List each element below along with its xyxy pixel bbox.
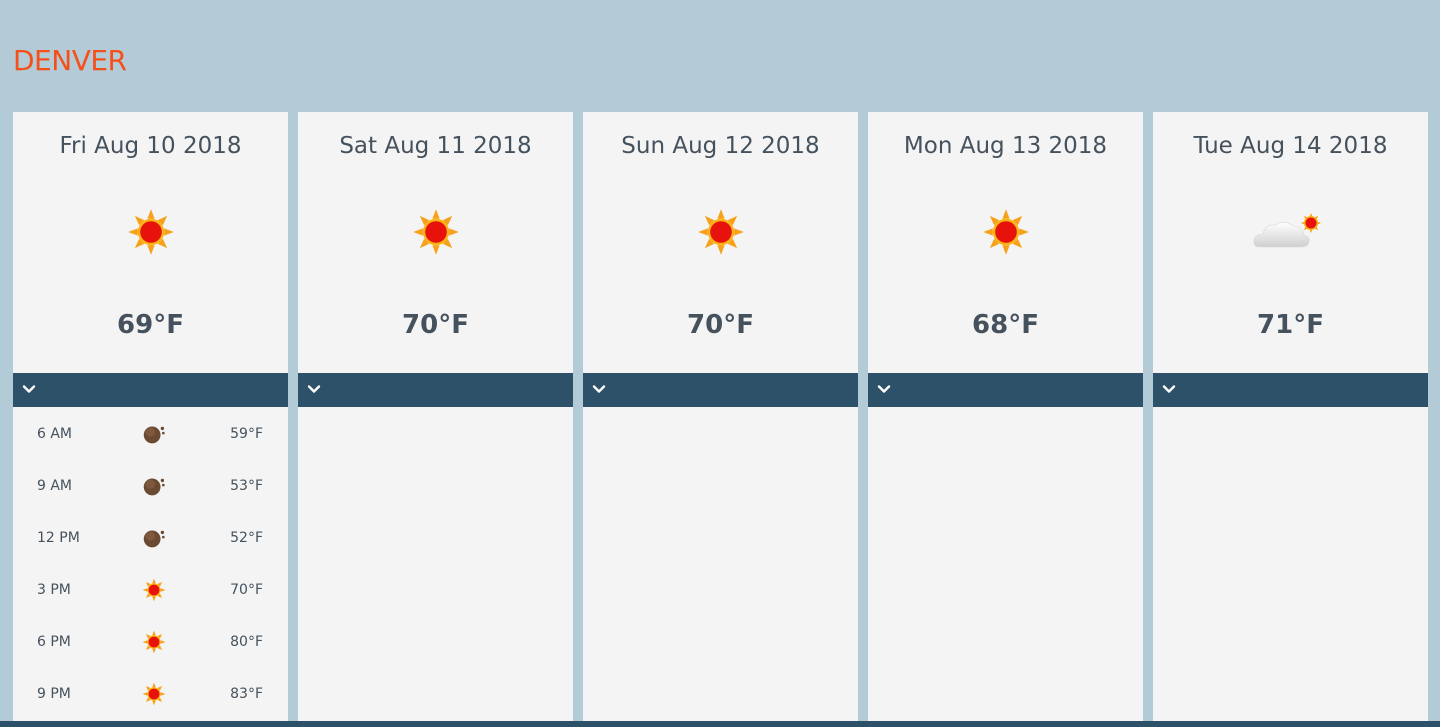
day-card: Mon Aug 13 2018 68°F	[868, 112, 1143, 721]
moon-icon	[139, 525, 169, 551]
hourly-list: 6 AM 59°F 9 AM 53°F 12 PM 52°F 3 PM 70°F…	[13, 407, 288, 727]
day-date: Fri Aug 10 2018	[59, 133, 242, 159]
forecast-cards: Fri Aug 10 2018 69°F 6 AM 59°F 9 AM 53°F…	[13, 112, 1428, 721]
day-summary: Sat Aug 11 2018 70°F	[298, 112, 573, 373]
hourly-row: 9 AM 53°F	[13, 467, 288, 519]
expand-toggle[interactable]	[298, 373, 573, 407]
sun-icon	[139, 681, 169, 707]
sun-icon	[139, 577, 169, 603]
bottom-border	[0, 721, 1440, 727]
hour-time: 6 PM	[37, 634, 71, 650]
day-card: Fri Aug 10 2018 69°F 6 AM 59°F 9 AM 53°F…	[13, 112, 288, 721]
day-temp: 69°F	[117, 310, 184, 340]
day-summary: Tue Aug 14 2018 71°F	[1153, 112, 1428, 373]
sun-icon	[966, 207, 1046, 257]
hourly-row: 6 PM 80°F	[13, 623, 288, 675]
sun-icon	[396, 207, 476, 257]
hour-temp: 59°F	[230, 426, 263, 442]
hourly-row: 6 AM 59°F	[13, 415, 288, 467]
hour-temp: 83°F	[230, 686, 263, 702]
day-date: Tue Aug 14 2018	[1193, 133, 1388, 159]
hourly-row: 12 PM 52°F	[13, 519, 288, 571]
day-summary: Fri Aug 10 2018 69°F	[13, 112, 288, 373]
day-card: Sun Aug 12 2018 70°F	[583, 112, 858, 721]
chevron-down-icon	[1162, 385, 1176, 393]
hour-temp: 52°F	[230, 530, 263, 546]
day-temp: 70°F	[687, 310, 754, 340]
moon-icon	[139, 473, 169, 499]
sun-icon	[111, 207, 191, 257]
hour-time: 12 PM	[37, 530, 80, 546]
hour-temp: 80°F	[230, 634, 263, 650]
hour-temp: 53°F	[230, 478, 263, 494]
expand-toggle[interactable]	[1153, 373, 1428, 407]
hourly-row: 3 PM 70°F	[13, 571, 288, 623]
sun-icon	[681, 207, 761, 257]
day-card: Tue Aug 14 2018 71°F	[1153, 112, 1428, 721]
day-date: Sun Aug 12 2018	[621, 133, 820, 159]
hour-time: 9 AM	[37, 478, 73, 494]
chevron-down-icon	[307, 385, 321, 393]
expand-toggle[interactable]	[13, 373, 288, 407]
hourly-row: 9 PM 83°F	[13, 675, 288, 727]
day-temp: 71°F	[1257, 310, 1324, 340]
day-date: Mon Aug 13 2018	[903, 133, 1108, 159]
day-summary: Sun Aug 12 2018 70°F	[583, 112, 858, 373]
chevron-down-icon	[22, 385, 36, 393]
expand-toggle[interactable]	[868, 373, 1143, 407]
chevron-down-icon	[877, 385, 891, 393]
chevron-down-icon	[592, 385, 606, 393]
day-summary: Mon Aug 13 2018 68°F	[868, 112, 1143, 373]
day-temp: 68°F	[972, 310, 1039, 340]
partly-cloudy-icon	[1251, 207, 1331, 257]
sun-icon	[139, 629, 169, 655]
hour-time: 6 AM	[37, 426, 73, 442]
hour-temp: 70°F	[230, 582, 263, 598]
moon-icon	[139, 421, 169, 447]
day-temp: 70°F	[402, 310, 469, 340]
hour-time: 9 PM	[37, 686, 71, 702]
day-card: Sat Aug 11 2018 70°F	[298, 112, 573, 721]
day-date: Sat Aug 11 2018	[339, 133, 532, 159]
expand-toggle[interactable]	[583, 373, 858, 407]
hour-time: 3 PM	[37, 582, 71, 598]
city-title: DENVER	[13, 44, 127, 77]
